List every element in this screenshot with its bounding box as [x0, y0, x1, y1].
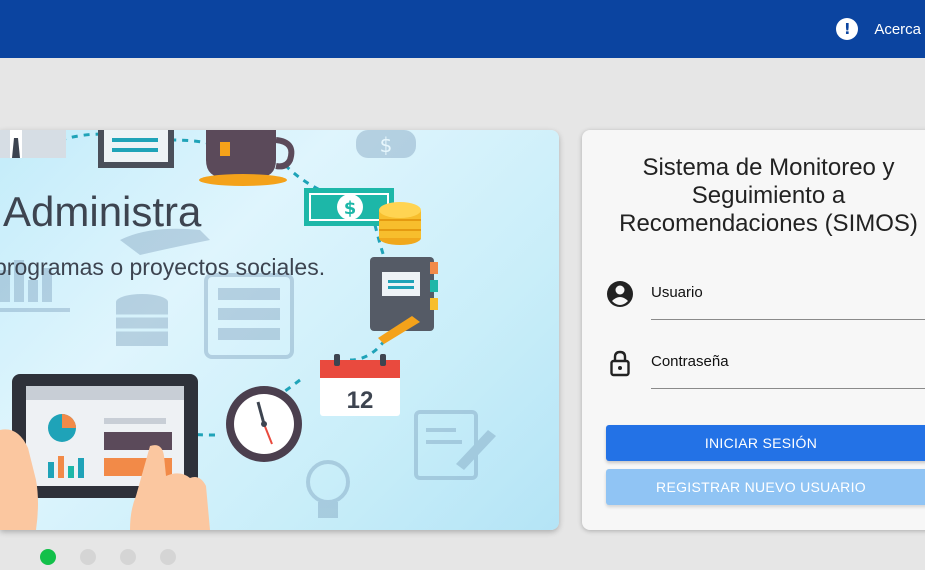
calendar-icon: 12: [320, 354, 400, 416]
svg-text:$: $: [380, 133, 393, 157]
coffee-mug-icon: [199, 130, 295, 186]
person-icon: [0, 130, 66, 158]
coins-icon: [379, 202, 421, 245]
about-link[interactable]: Acerca: [874, 21, 925, 38]
login-button[interactable]: INICIAR SESIÓN: [606, 425, 925, 461]
password-label: Contraseña: [651, 353, 729, 370]
lock-icon: [610, 350, 630, 377]
login-title-line-2: Seguimiento a: [691, 182, 846, 209]
document-icon: [98, 130, 174, 168]
top-app-bar: ! Acerca: [0, 0, 925, 58]
clock-icon: [226, 386, 302, 462]
username-label: Usuario: [651, 284, 703, 301]
faded-coins-icon: [116, 294, 168, 346]
banner-subtitle: programas o proyectos sociales.: [0, 254, 326, 280]
username-underline: [651, 319, 925, 320]
edit-document-icon: [414, 410, 496, 480]
register-button[interactable]: REGISTRAR NUEVO USUARIO: [606, 469, 925, 505]
password-underline: [651, 388, 925, 389]
login-title-line-3: Recomendaciones (SIMOS): [619, 210, 918, 237]
carousel-dot-3[interactable]: [120, 549, 136, 565]
carousel-slide: $ $ 12 Administra programas o proyectos …: [0, 130, 559, 530]
checklist-icon: [204, 273, 294, 359]
svg-text:$: $: [344, 198, 357, 219]
account-circle-icon: [607, 281, 633, 307]
money-bubble-icon: $: [356, 130, 416, 158]
username-field[interactable]: Usuario: [606, 270, 925, 320]
exclamation-circle-icon[interactable]: !: [836, 18, 859, 40]
light-bulb-icon: [306, 460, 350, 518]
carousel-dot-4[interactable]: [160, 549, 176, 565]
carousel-indicators: [40, 549, 176, 565]
login-card: Sistema de Monitoreo y Seguimiento a Rec…: [582, 130, 925, 530]
login-title-line-1: Sistema de Monitoreo y: [642, 154, 895, 181]
about-menu[interactable]: ! Acerca: [836, 0, 925, 58]
password-field[interactable]: Contraseña: [606, 339, 925, 389]
login-title: Sistema de Monitoreo y Seguimiento a Rec…: [582, 154, 925, 238]
notebook-icon: [370, 257, 438, 344]
calendar-day: 12: [347, 387, 374, 414]
carousel-dot-1[interactable]: [40, 549, 56, 565]
carousel-dot-2[interactable]: [80, 549, 96, 565]
banner-title: Administra: [3, 188, 202, 235]
